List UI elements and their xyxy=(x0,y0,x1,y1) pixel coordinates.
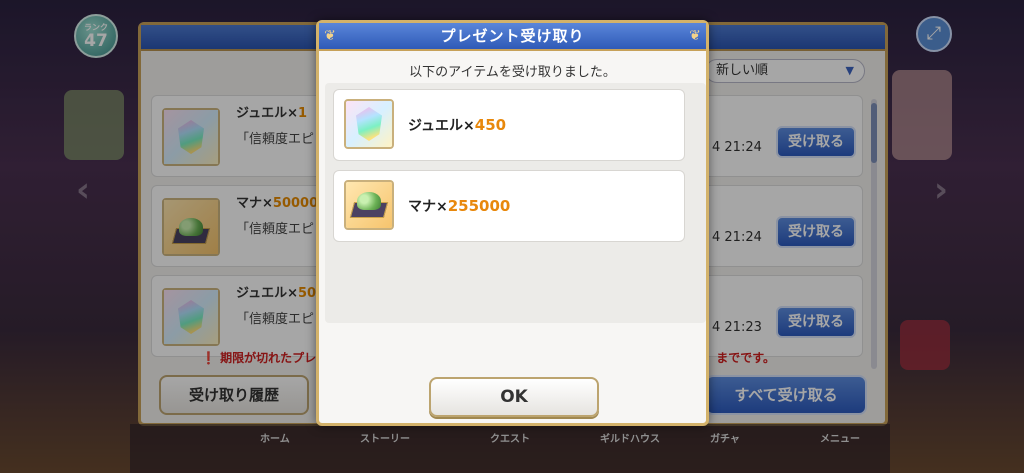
dialog-title: プレゼント受け取り xyxy=(440,27,585,45)
received-item: マナ×255000 xyxy=(333,170,685,242)
received-items-list: ジュエル×450 マナ×255000 xyxy=(325,83,706,323)
ok-button[interactable]: OK xyxy=(429,377,599,417)
jewel-icon xyxy=(344,99,394,149)
mana-icon xyxy=(344,180,394,230)
received-item-label: マナ×255000 xyxy=(408,197,511,215)
corner-ornament-icon: ❦ xyxy=(324,28,336,44)
present-received-dialog: ❦ プレゼント受け取り ❦ 以下のアイテムを受け取りました。 ジュエル×450 … xyxy=(316,20,709,426)
corner-ornament-icon: ❦ xyxy=(689,28,701,44)
dialog-message: 以下のアイテムを受け取りました。 xyxy=(409,65,616,80)
received-item-label: ジュエル×450 xyxy=(408,116,507,134)
dialog-header: ❦ プレゼント受け取り ❦ xyxy=(319,23,706,51)
received-item: ジュエル×450 xyxy=(333,89,685,161)
